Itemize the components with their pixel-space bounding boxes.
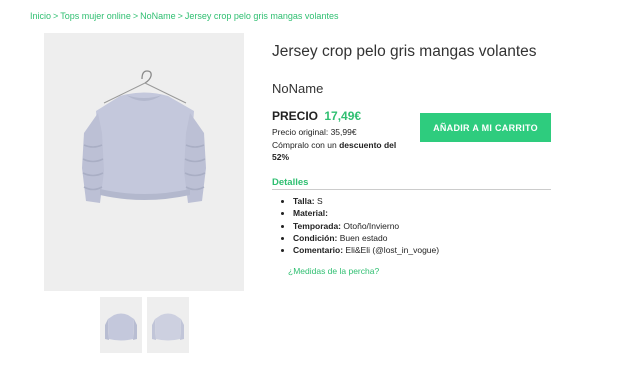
breadcrumb-current[interactable]: Jersey crop pelo gris mangas volantes bbox=[185, 11, 339, 21]
thumbnail-back[interactable] bbox=[147, 297, 189, 353]
detail-item-comentario: Comentario: Eli&Eli (@lost_in_vogue) bbox=[293, 244, 439, 256]
breadcrumb-separator: > bbox=[132, 11, 139, 21]
detail-key: Comentario: bbox=[293, 245, 344, 256]
breadcrumb-category[interactable]: Tops mujer online bbox=[60, 11, 131, 21]
breadcrumb-home[interactable]: Inicio bbox=[30, 11, 51, 21]
breadcrumb: Inicio > Tops mujer online > NoName > Jersey c… bbox=[30, 11, 338, 21]
sweater-thumbnail-icon bbox=[105, 313, 137, 341]
breadcrumb-separator: > bbox=[177, 11, 183, 21]
detail-value: Buen estado bbox=[337, 232, 388, 243]
detail-value: Otoño/Invierno bbox=[341, 220, 400, 231]
price-label: PRECIO bbox=[272, 109, 319, 123]
breadcrumb-separator: > bbox=[53, 11, 59, 21]
details-divider bbox=[272, 189, 551, 190]
detail-key: Temporada: bbox=[293, 220, 342, 231]
discount-prefix: Cómpralo con un bbox=[272, 140, 337, 150]
detail-item-condicion: Condición: Buen estado bbox=[293, 232, 439, 244]
detail-key: Material: bbox=[293, 208, 328, 219]
price-value: 17,49€ bbox=[324, 109, 362, 123]
detail-key: Talla: bbox=[293, 196, 315, 206]
discount-text: Cómpralo con un descuento del 52% bbox=[272, 139, 402, 163]
detail-value: S bbox=[314, 196, 323, 206]
detail-key: Condición: bbox=[293, 232, 338, 243]
detail-value: Eli&Eli (@lost_in_vogue) bbox=[343, 245, 440, 256]
product-title: Jersey crop pelo gris mangas volantes bbox=[272, 43, 537, 60]
product-main-image[interactable] bbox=[44, 33, 244, 291]
price-row: PRECIO 17,49€ bbox=[272, 109, 361, 123]
details-list: Talla: S Material: Temporada: Otoño/Invi… bbox=[281, 195, 439, 256]
sweater-photo-icon bbox=[82, 70, 206, 203]
detail-item-temporada: Temporada: Otoño/Invierno bbox=[293, 220, 439, 232]
detail-item-talla: Talla: S bbox=[293, 195, 439, 207]
sweater-thumbnail-icon bbox=[152, 313, 184, 341]
size-guide-link[interactable]: ¿Medidas de la percha? bbox=[288, 266, 379, 276]
product-brand: NoName bbox=[272, 81, 324, 96]
add-to-cart-button[interactable]: AÑADIR A MI CARRITO bbox=[420, 113, 551, 142]
breadcrumb-brand[interactable]: NoName bbox=[140, 11, 176, 21]
original-price: Precio original: 35,99€ bbox=[272, 127, 357, 137]
details-heading: Detalles bbox=[272, 177, 309, 188]
detail-item-material: Material: bbox=[293, 207, 439, 219]
thumbnail-front[interactable] bbox=[100, 297, 142, 353]
